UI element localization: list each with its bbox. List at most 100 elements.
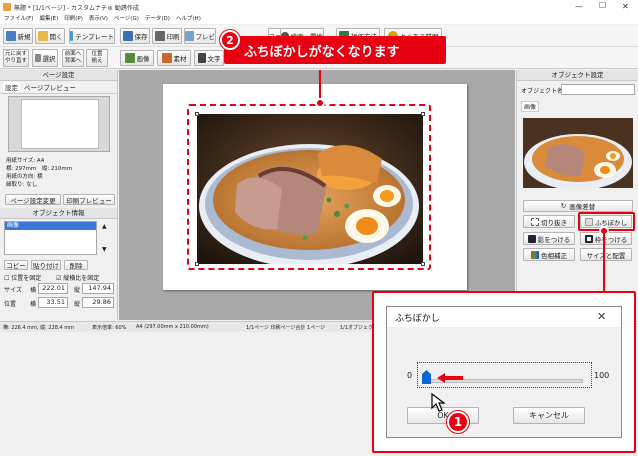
insert-image-button[interactable]: 画像 bbox=[120, 50, 154, 66]
ramen-photo[interactable] bbox=[197, 114, 423, 264]
text-icon bbox=[197, 53, 206, 63]
size-width-input[interactable]: 222.01 bbox=[38, 283, 68, 294]
paper-dimensions-text: 横: 297mm 縦: 210mm bbox=[6, 166, 73, 172]
page-tabs: 設定 ページプレビュー bbox=[0, 81, 117, 94]
open-folder-icon bbox=[37, 31, 48, 41]
save-button[interactable]: 保存 bbox=[120, 28, 150, 44]
resize-handle[interactable] bbox=[195, 112, 199, 116]
lock-aspect-checkbox[interactable]: ☑ 縦横比を固定 bbox=[56, 273, 99, 282]
resize-handle[interactable] bbox=[421, 112, 425, 116]
menu-view[interactable]: 表示(V) bbox=[89, 14, 108, 24]
paper-size-text: 用紙サイズ: A4 bbox=[6, 158, 45, 164]
select-button[interactable]: 選択 bbox=[32, 49, 58, 67]
cursor-icon bbox=[34, 54, 41, 62]
replace-image-button[interactable]: ↻ 画像差替 bbox=[523, 200, 633, 212]
pos-y-input[interactable]: 29.86 bbox=[82, 297, 114, 308]
menu-print[interactable]: 印刷(P) bbox=[64, 14, 83, 24]
size-height-input[interactable]: 147.94 bbox=[82, 283, 114, 294]
menu-edit[interactable]: 編集(E) bbox=[39, 14, 58, 24]
new-file-icon bbox=[5, 31, 16, 41]
delete-button[interactable]: 削除 bbox=[64, 260, 88, 270]
dialog-title: ふちぼかし bbox=[395, 314, 440, 324]
size-width-label: 横 bbox=[30, 287, 37, 294]
shadow-icon bbox=[527, 234, 536, 243]
menu-data[interactable]: データ(D) bbox=[145, 14, 170, 24]
undo-redo-button[interactable]: 元に戻す やり直す bbox=[3, 49, 29, 67]
mouse-cursor-icon bbox=[431, 393, 446, 412]
maximize-button[interactable]: ☐ bbox=[599, 1, 606, 10]
crop-button[interactable]: 切り抜き bbox=[523, 215, 575, 228]
color-correction-button[interactable]: 色相補正 bbox=[523, 248, 575, 261]
position-label: 位置 bbox=[4, 301, 17, 308]
status-zoom: 表示倍率: 60% bbox=[92, 325, 127, 331]
resize-handle[interactable] bbox=[421, 262, 425, 266]
insert-text-button[interactable]: 文字 bbox=[194, 50, 224, 66]
status-size: 横: 226.4 mm, 縦: 228.4 mm bbox=[3, 325, 75, 331]
preview-button[interactable]: プレビ bbox=[184, 28, 216, 44]
dialog-close-button[interactable]: ✕ bbox=[597, 310, 606, 323]
shadow-button[interactable]: 影をつける bbox=[523, 232, 575, 245]
object-list[interactable]: 画像 bbox=[4, 221, 97, 255]
align-button[interactable]: 位置 揃え bbox=[86, 49, 108, 67]
object-name-label: オブジェクト名 bbox=[521, 88, 564, 95]
size-position-button[interactable]: サイズと配置 bbox=[580, 248, 632, 261]
open-button[interactable]: 開く bbox=[35, 28, 65, 44]
menu-page[interactable]: ページ(G) bbox=[114, 14, 139, 24]
tab-image[interactable]: 画像 bbox=[521, 101, 540, 112]
resize-handle[interactable] bbox=[195, 262, 199, 266]
insert-clipart-button[interactable]: 素材 bbox=[157, 50, 191, 66]
menu-bar: ファイル(F) 編集(E) 印刷(P) 表示(V) ページ(G) データ(D) … bbox=[0, 14, 638, 24]
step2-callout: 2 ふちぼかしがなくなります bbox=[220, 30, 446, 64]
menu-help[interactable]: ヘルプ(H) bbox=[176, 14, 201, 24]
lock-position-checkbox[interactable]: ☐ 位置を固定 bbox=[4, 273, 41, 282]
template-icon bbox=[70, 31, 74, 41]
right-panel: オブジェクト設定 オブジェクト名 画像 ↻ 画像差替 切り抜き ふちぼかし 影をつ… bbox=[516, 70, 638, 320]
paper-orientation-text: 用紙の方向: 横 bbox=[6, 174, 43, 180]
slider-max-label: 100 bbox=[594, 371, 610, 380]
preview-icon bbox=[185, 31, 194, 41]
pos-x-input[interactable]: 33.51 bbox=[38, 297, 68, 308]
canvas-area[interactable] bbox=[119, 70, 515, 320]
refresh-icon: ↻ bbox=[560, 202, 567, 210]
page-settings-button[interactable]: ページ設定変更 bbox=[5, 194, 61, 205]
print-preview-button[interactable]: 印刷プレビュー bbox=[63, 194, 115, 205]
cancel-button[interactable]: キャンセル bbox=[513, 407, 585, 424]
list-scroll-up[interactable]: ▲ bbox=[102, 223, 107, 230]
arrow-left-icon bbox=[437, 373, 463, 383]
minimize-button[interactable]: — bbox=[575, 2, 583, 11]
page-thumbnail bbox=[8, 96, 110, 152]
status-page: 1/1ページ 印刷ページ合計 1ページ bbox=[246, 325, 326, 331]
border-text: 縁取り: なし bbox=[6, 182, 38, 188]
copy-button[interactable]: コピー bbox=[4, 260, 28, 270]
clip-art-icon bbox=[161, 53, 172, 63]
edge-blur-dialog: ふちぼかし ✕ 0 100 OK キャンセル 1 bbox=[386, 306, 622, 438]
tab-settings[interactable]: 設定 bbox=[3, 82, 20, 92]
color-icon bbox=[531, 250, 539, 259]
object-name-input[interactable] bbox=[561, 84, 635, 95]
callout-connector bbox=[603, 234, 605, 292]
ramen-photo-art bbox=[197, 114, 423, 264]
pos-y-label: 縦 bbox=[74, 301, 81, 308]
page-settings-title: ページ設定 bbox=[0, 70, 117, 81]
tab-page-preview[interactable]: ページプレビュー bbox=[24, 82, 76, 92]
list-scroll-down[interactable]: ▼ bbox=[102, 246, 107, 253]
print-button[interactable]: 印刷 bbox=[152, 28, 182, 44]
pos-x-label: 横 bbox=[30, 301, 37, 308]
new-button[interactable]: 新規 bbox=[3, 28, 33, 44]
paste-button[interactable]: 貼り付け bbox=[31, 260, 61, 270]
template-button[interactable]: テンプレート bbox=[69, 28, 115, 44]
order-button[interactable]: 前面へ 背面へ bbox=[62, 49, 84, 67]
save-icon bbox=[122, 31, 133, 41]
size-label: サイズ bbox=[4, 287, 22, 294]
menu-file[interactable]: ファイル(F) bbox=[4, 14, 33, 24]
list-item[interactable]: 画像 bbox=[5, 222, 96, 230]
image-icon bbox=[124, 53, 135, 63]
callout-dot bbox=[315, 98, 325, 108]
object-settings-title: オブジェクト設定 bbox=[517, 70, 638, 81]
object-info-title: オブジェクト情報 bbox=[0, 208, 117, 219]
dialog-title-bar: ふちぼかし ✕ bbox=[387, 307, 621, 327]
left-panel: ページ設定 設定 ページプレビュー 用紙サイズ: A4 横: 297mm 縦: … bbox=[0, 70, 118, 320]
crop-icon bbox=[531, 217, 539, 226]
slider-min-label: 0 bbox=[407, 371, 413, 380]
close-window-button[interactable]: ✕ bbox=[622, 2, 629, 11]
